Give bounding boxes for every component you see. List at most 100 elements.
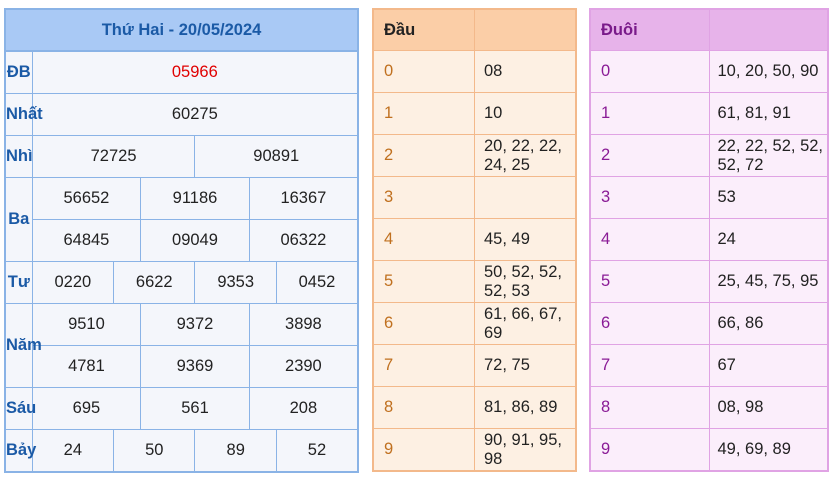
prize-label: Năm: [4, 303, 42, 388]
tail-numbers: 67: [708, 344, 829, 387]
head-digit: 8: [372, 386, 475, 429]
prize-number: 60275: [31, 93, 359, 136]
special-prize-number: 05966: [31, 51, 359, 94]
dau-row: 2 20, 22, 22, 24, 25: [372, 134, 577, 177]
dau-row: 4 45, 49: [372, 218, 577, 261]
duoi-row: 1 61, 81, 91: [589, 92, 829, 135]
head-digit: 3: [372, 176, 475, 219]
prize-label: Nhì: [4, 135, 33, 178]
duoi-row: 6 66, 86: [589, 302, 829, 345]
head-numbers: [474, 176, 577, 219]
head-digit: 6: [372, 302, 475, 345]
head-numbers: 08: [474, 50, 577, 93]
duoi-row: 2 22, 22, 52, 52, 52, 72: [589, 134, 829, 177]
head-digit: 2: [372, 134, 475, 177]
tail-numbers: 53: [708, 176, 829, 219]
prize-row: Năm 9510 9372 3898: [4, 303, 359, 388]
prize-row: Tư 0220 6622 9353 0452: [4, 261, 359, 304]
prize-row: Nhì 72725 90891: [4, 135, 359, 178]
head-numbers: 10: [474, 92, 577, 135]
head-digit: 5: [372, 260, 475, 303]
head-digit: 7: [372, 344, 475, 387]
prize-number: 56652: [31, 177, 142, 220]
prize-number: 24: [31, 429, 115, 473]
prize-label: ĐB: [4, 51, 33, 94]
head-numbers: 45, 49: [474, 218, 577, 261]
prize-number: 89: [194, 429, 277, 473]
dau-row: 0 08: [372, 50, 577, 93]
dau-row: 1 10: [372, 92, 577, 135]
prize-label: Sáu: [4, 387, 36, 430]
prize-number: 52: [275, 429, 359, 473]
tail-numbers: 24: [708, 218, 829, 261]
prize-row: 64845 09049 06322: [5, 219, 359, 262]
prize-number: 72725: [31, 135, 196, 178]
tail-digit-table: Đuôi 0 10, 20, 50, 90 1 61, 81, 91 2 22, 22, …: [589, 8, 829, 472]
tail-numbers: 22, 22, 52, 52, 52, 72: [708, 134, 829, 177]
duoi-row: 7 67: [589, 344, 829, 387]
prize-label: Ba: [4, 177, 33, 262]
head-numbers: 20, 22, 22, 24, 25: [474, 134, 577, 177]
prize-row: ĐB 05966: [4, 51, 359, 94]
tail-digit: 2: [589, 134, 710, 177]
duoi-row: 9 49, 69, 89: [589, 428, 829, 472]
tail-digit: 1: [589, 92, 710, 135]
head-numbers: 61, 66, 67, 69: [474, 302, 577, 345]
head-numbers: 90, 91, 95, 98: [474, 428, 577, 472]
tail-numbers: 49, 69, 89: [708, 428, 829, 472]
prize-number: 91186: [140, 177, 250, 220]
prize-number: 50: [113, 429, 196, 473]
tail-digit: 0: [589, 50, 710, 93]
prize-number: 90891: [194, 135, 359, 178]
dau-row: 5 50, 52, 52, 52, 53: [372, 260, 577, 303]
duoi-row: 0 10, 20, 50, 90: [589, 50, 829, 93]
duoi-row: 3 53: [589, 176, 829, 219]
prize-label: Bảy: [4, 429, 36, 473]
prize-number: 9369: [140, 345, 250, 388]
prize-number: 9510: [31, 303, 142, 346]
duoi-row: 4 24: [589, 218, 829, 261]
prize-row: Bảy 24 50 89 52: [4, 429, 359, 473]
prize-label: Tư: [4, 261, 33, 304]
head-digit: 4: [372, 218, 475, 261]
prize-number: 0452: [275, 261, 359, 304]
tail-numbers: 25, 45, 75, 95: [708, 260, 829, 303]
head-digit: 0: [372, 50, 475, 93]
prize-number: 3898: [248, 303, 359, 346]
prize-number: 6622: [113, 261, 196, 304]
prize-number: 2390: [248, 345, 359, 388]
prize-number: 64845: [31, 219, 142, 262]
duoi-row: 5 25, 45, 75, 95: [589, 260, 829, 303]
prize-row: Sáu 695 561 208: [4, 387, 359, 430]
tail-digit: 8: [589, 386, 710, 429]
prize-number: 4781: [31, 345, 142, 388]
head-numbers: 72, 75: [474, 344, 577, 387]
prize-number: 208: [248, 387, 359, 430]
prize-number: 695: [31, 387, 142, 430]
tail-numbers: 10, 20, 50, 90: [708, 50, 829, 93]
head-digit: 9: [372, 428, 475, 472]
prize-number: 9372: [140, 303, 250, 346]
dau-row: 8 81, 86, 89: [372, 386, 577, 429]
lottery-results-table: Thứ Hai - 20/05/2024 ĐB 05966 Nhất 60275 Nhì…: [4, 8, 359, 473]
prize-number: 9353: [194, 261, 277, 304]
prize-number: 09049: [140, 219, 250, 262]
tail-numbers: 61, 81, 91: [708, 92, 829, 135]
head-numbers: 50, 52, 52, 52, 53: [474, 260, 577, 303]
dau-row: 9 90, 91, 95, 98: [372, 428, 577, 472]
head-numbers: 81, 86, 89: [474, 386, 577, 429]
tail-digit: 5: [589, 260, 710, 303]
prize-number: 16367: [248, 177, 359, 220]
prize-number: 06322: [248, 219, 359, 262]
duoi-header: Đuôi: [589, 8, 710, 51]
tail-digit: 3: [589, 176, 710, 219]
prize-row: 4781 9369 2390: [5, 345, 359, 388]
dau-row: 6 61, 66, 67, 69: [372, 302, 577, 345]
tail-digit: 4: [589, 218, 710, 261]
prize-row: Nhất 60275: [4, 93, 359, 136]
results-title: Thứ Hai - 20/05/2024: [4, 8, 359, 51]
tail-numbers: 66, 86: [708, 302, 829, 345]
duoi-row: 8 08, 98: [589, 386, 829, 429]
prize-row: Ba 56652 91186 16367: [4, 177, 359, 262]
prize-number: 561: [140, 387, 250, 430]
